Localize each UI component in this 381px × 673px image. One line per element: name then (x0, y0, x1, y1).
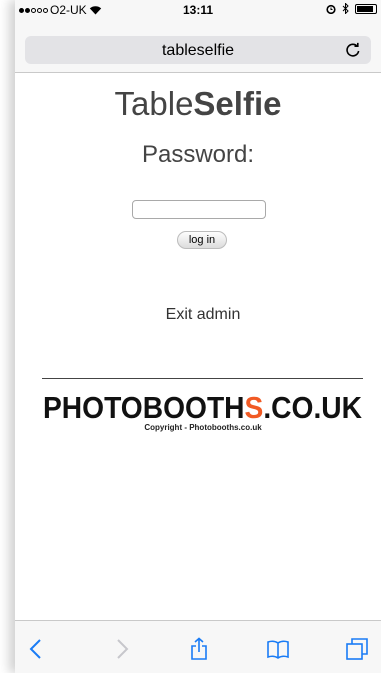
copyright-text: Copyright - Photobooths.co.uk (144, 423, 262, 432)
page-title-light: Table (114, 85, 194, 122)
page-title-bold: Selfie (193, 85, 282, 122)
address-bar-container: tableselfie (15, 20, 381, 73)
battery-fill (357, 5, 374, 12)
logo-text-right: .CO.UK (263, 390, 362, 423)
browser-toolbar (15, 620, 381, 673)
book-icon[interactable] (266, 637, 290, 661)
password-input[interactable] (132, 200, 266, 219)
signal-dot (19, 7, 24, 13)
signal-dot (31, 7, 36, 13)
photobooths-logo: PHOTOBOOTHS.CO.UK (43, 390, 363, 423)
carrier-label: O2-UK (50, 3, 87, 17)
battery-icon (355, 3, 377, 14)
login-button[interactable]: log in (177, 231, 227, 249)
address-text[interactable]: tableselfie (25, 42, 371, 60)
page-content: TableSelfie Password: log in Exit admin … (15, 73, 381, 620)
bluetooth-icon (342, 3, 349, 14)
signal-dot (37, 7, 42, 13)
wifi-icon (89, 6, 101, 15)
browser-frame: O2-UK 13:11 tableselfie TableSelfie Pass… (15, 0, 381, 673)
divider (42, 378, 363, 379)
page-title: TableSelfie (15, 85, 381, 123)
password-label: Password: (141, 141, 255, 168)
share-icon[interactable] (187, 637, 211, 661)
alarm-icon (326, 4, 336, 14)
status-right (326, 3, 377, 14)
address-bar[interactable]: tableselfie (25, 36, 371, 64)
reload-icon[interactable] (343, 40, 363, 60)
signal-dot (43, 7, 48, 13)
status-left: O2-UK (19, 3, 102, 17)
signal-strength-icon (19, 7, 48, 13)
exit-admin-link[interactable]: Exit admin (15, 306, 381, 324)
logo-text-s: S (245, 390, 264, 423)
chevron-right-icon[interactable] (109, 637, 133, 661)
chevron-left-icon[interactable] (25, 637, 49, 661)
logo-text-left: PHOTOBOOTH (43, 390, 245, 423)
svg-text:PHOTOBOOTHS.CO.UK: PHOTOBOOTHS.CO.UK (43, 390, 363, 423)
tabs-icon[interactable] (345, 637, 369, 661)
status-bar: O2-UK 13:11 (15, 0, 381, 20)
signal-dot (25, 7, 30, 13)
